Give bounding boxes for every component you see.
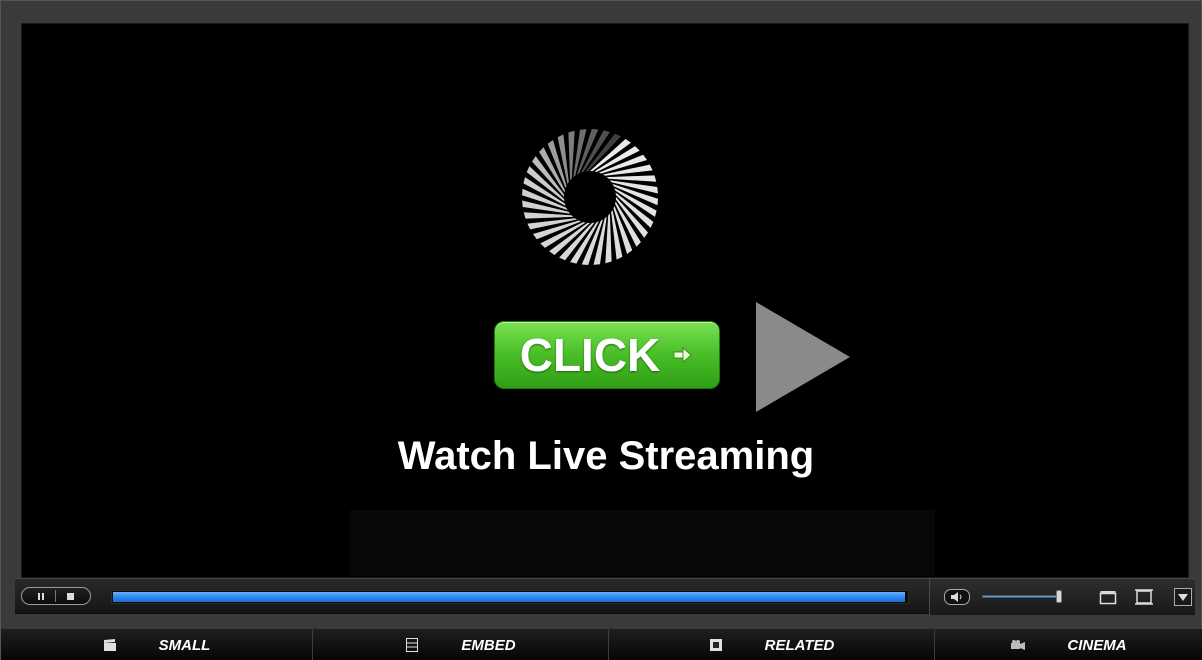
menu-label-embed: EMBED xyxy=(461,636,516,654)
spinner-blade xyxy=(605,213,612,264)
spinner-blade xyxy=(606,175,657,182)
menu-item-cinema[interactable]: CINEMA xyxy=(935,629,1202,660)
click-button-label: CLICK xyxy=(519,329,661,381)
play-icon[interactable] xyxy=(756,302,850,412)
caption-area xyxy=(350,510,935,576)
speaker-icon xyxy=(951,592,962,602)
volume-panel xyxy=(929,579,1195,615)
volume-knob[interactable] xyxy=(1056,590,1062,603)
mute-button[interactable] xyxy=(944,589,970,605)
progress-bar[interactable] xyxy=(111,590,909,604)
window-icon xyxy=(1099,591,1117,605)
embed-icon xyxy=(405,638,419,652)
pause-icon xyxy=(38,592,45,600)
fullscreen-icon xyxy=(1135,589,1153,605)
arrow-right-icon xyxy=(673,347,692,363)
menu-label-cinema: CINEMA xyxy=(1067,636,1127,654)
menu-label-related: RELATED xyxy=(764,636,835,654)
playback-buttons xyxy=(21,587,91,605)
chevron-down-icon xyxy=(1178,593,1188,601)
divider xyxy=(55,590,57,602)
video-screen[interactable]: CLICK Watch Live Streaming xyxy=(21,23,1189,578)
click-button[interactable]: CLICK xyxy=(494,321,720,389)
menu-item-related[interactable]: RELATED xyxy=(609,629,935,660)
menu-label-small: SMALL xyxy=(158,636,211,654)
menu-item-embed[interactable]: EMBED xyxy=(313,629,609,660)
loading-spinner-icon xyxy=(522,129,658,265)
video-player: CLICK Watch Live Streaming SMALL EMBED R… xyxy=(0,0,1202,660)
progress-fill xyxy=(113,592,905,602)
stop-button[interactable] xyxy=(59,590,83,602)
minimize-button[interactable] xyxy=(1098,588,1118,606)
stop-icon xyxy=(67,592,75,600)
bottom-menu: SMALL EMBED RELATED CINEMA xyxy=(1,629,1202,660)
spinner-blade xyxy=(568,130,575,181)
pause-button[interactable] xyxy=(29,590,53,602)
dropdown-button[interactable] xyxy=(1174,588,1192,606)
clapper-icon xyxy=(103,638,117,652)
fullscreen-button[interactable] xyxy=(1134,588,1154,606)
menu-item-small[interactable]: SMALL xyxy=(1,629,313,660)
volume-fill xyxy=(983,596,1059,597)
spinner-blade xyxy=(523,212,574,219)
watch-live-streaming-title: Watch Live Streaming xyxy=(397,434,815,478)
projector-icon xyxy=(1011,638,1026,652)
related-icon xyxy=(709,638,723,652)
control-bar xyxy=(15,578,1195,615)
volume-slider[interactable] xyxy=(982,590,1062,603)
